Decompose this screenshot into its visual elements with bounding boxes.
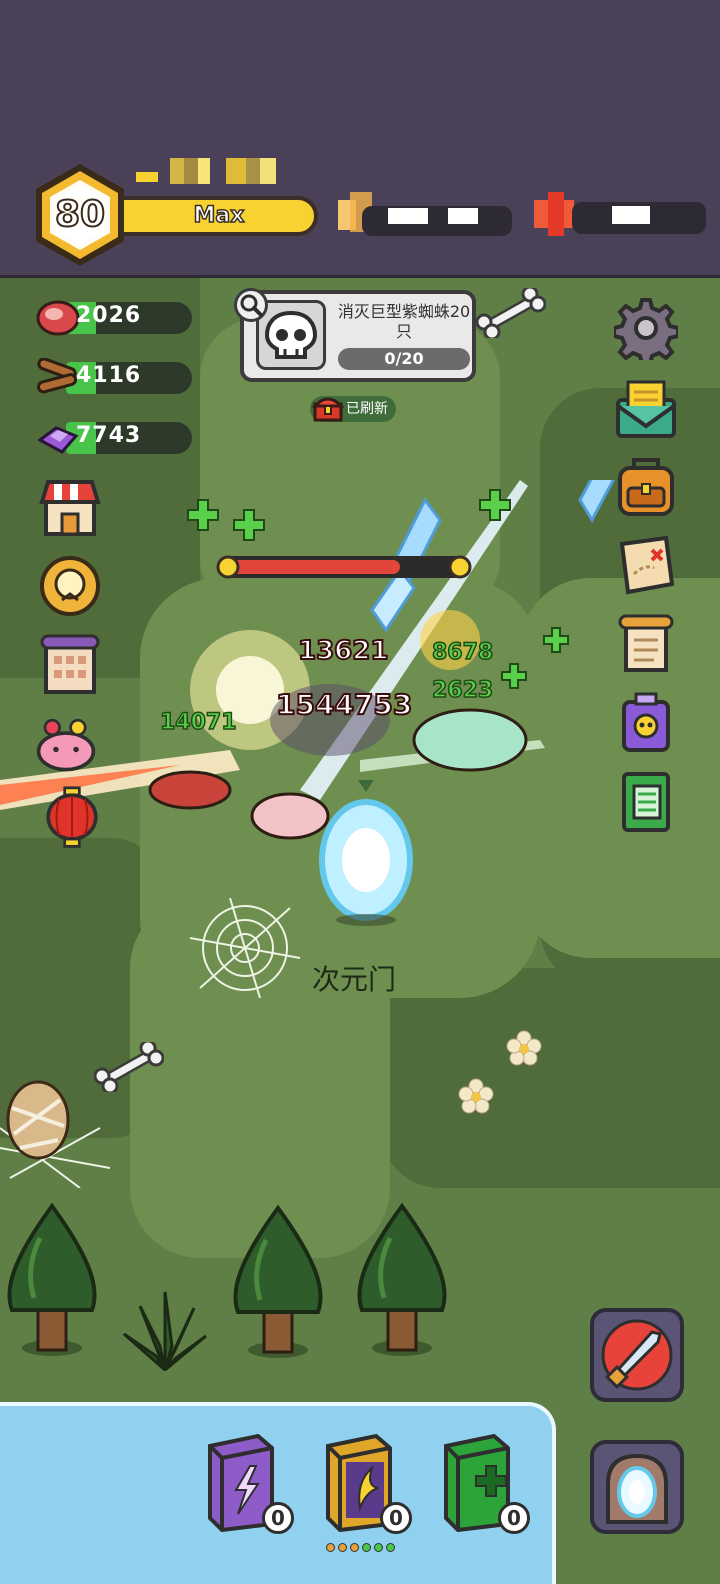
- resource-wood: 4116: [36, 358, 192, 396]
- magnifier-icon[interactable]: [234, 288, 268, 322]
- portal-gate-button[interactable]: [590, 1440, 684, 1534]
- scroll-icon[interactable]: [614, 612, 678, 676]
- player-level-badge[interactable]: 80: [30, 160, 130, 270]
- spider-egg-icon: [0, 1080, 110, 1188]
- lightning-book-count: 0: [262, 1502, 294, 1534]
- bone-icon: [476, 288, 546, 338]
- xp-bar: Max: [120, 196, 318, 236]
- backpack-icon[interactable]: [614, 454, 678, 518]
- refresh-badge: 已刷新: [310, 396, 396, 422]
- shop-icon[interactable]: [38, 476, 102, 540]
- settings-gear-icon[interactable]: [614, 296, 678, 360]
- bush-icon: [123, 1291, 207, 1372]
- guide-book-icon[interactable]: [614, 770, 678, 834]
- sword-swap-icon: [601, 1319, 673, 1391]
- portal-label[interactable]: 次元门: [312, 958, 396, 998]
- damage-number: 1544753: [275, 687, 413, 722]
- meat-icon: [36, 300, 80, 336]
- wing-book-count: 0: [380, 1502, 412, 1534]
- heal-number: 14071: [159, 709, 237, 736]
- top-header: 80 Max: [0, 0, 720, 278]
- treasure-map-icon[interactable]: [614, 534, 678, 598]
- resource-meat: 2026: [36, 300, 192, 336]
- quest-title: 消灭巨型紫蜘蛛20只: [337, 302, 471, 341]
- quest-progress: 0/20: [338, 348, 470, 370]
- currency-blurred-1: [338, 192, 518, 240]
- crystal-value: 7743: [76, 423, 142, 448]
- stone-portal-icon: [606, 1453, 668, 1524]
- calendar-icon[interactable]: [38, 632, 102, 696]
- refresh-label: 已刷新: [346, 401, 388, 417]
- player-level-number: 80: [54, 193, 106, 236]
- xp-label: Max: [193, 202, 245, 229]
- heal-number: 2623: [431, 677, 494, 704]
- wood-icon: [37, 358, 78, 394]
- quest-card[interactable]: 消灭巨型紫蜘蛛20只 0/20: [240, 290, 476, 382]
- achievement-badge-icon[interactable]: [38, 554, 102, 618]
- flower-icon: [458, 1078, 494, 1114]
- page-dots: [326, 1543, 395, 1552]
- resource-crystal: 7743: [36, 420, 192, 456]
- crystal-icon: [37, 426, 79, 454]
- pet-icon[interactable]: [34, 712, 98, 776]
- auto-battle-button[interactable]: [590, 1308, 684, 1402]
- meat-value: 2026: [76, 303, 142, 328]
- tree-icon: [233, 1204, 323, 1358]
- potion-skull-icon[interactable]: [614, 690, 678, 754]
- player-name-blurred: [136, 158, 294, 184]
- skill-book-lightning[interactable]: 0: [202, 1432, 294, 1534]
- skill-book-wing[interactable]: 0: [320, 1432, 412, 1534]
- mail-icon[interactable]: [614, 376, 678, 440]
- treasure-chest-icon: [312, 397, 344, 422]
- heal-number: 8678: [431, 639, 494, 666]
- heal-book-count: 0: [498, 1502, 530, 1534]
- lantern-icon[interactable]: [40, 786, 104, 850]
- flower-icon: [506, 1030, 542, 1066]
- tree-icon: [357, 1202, 447, 1356]
- damage-number: 13621: [297, 635, 389, 667]
- tree-icon: [7, 1202, 97, 1356]
- wood-value: 4116: [76, 363, 142, 388]
- currency-blurred-2: [528, 192, 708, 240]
- skill-book-heal[interactable]: 0: [438, 1432, 530, 1534]
